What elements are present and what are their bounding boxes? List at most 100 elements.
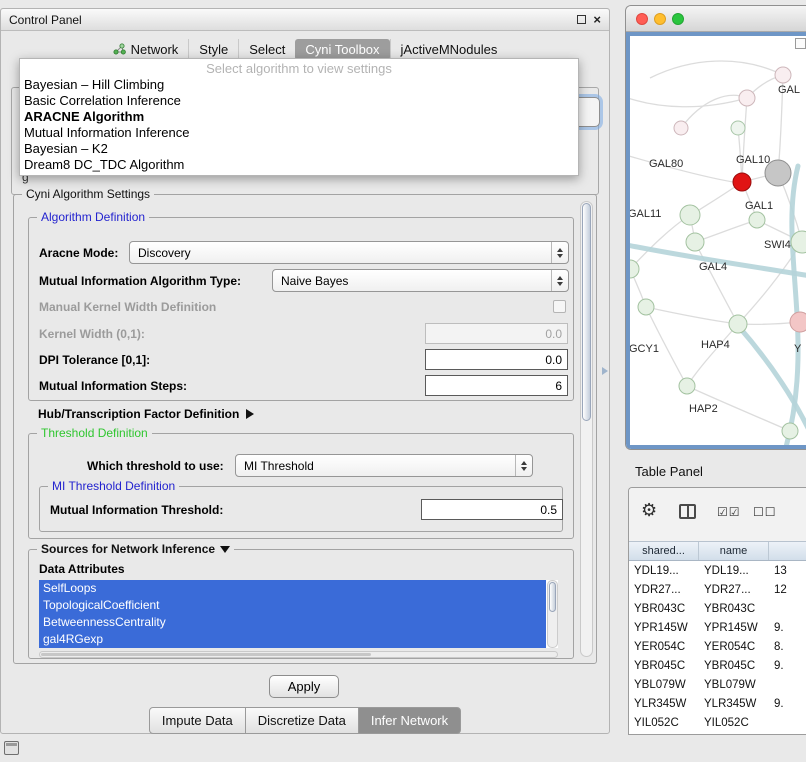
gear-icon[interactable]: ⚙: [641, 501, 657, 519]
list-item[interactable]: gal4RGexp: [39, 631, 546, 648]
mi-type-combobox[interactable]: Naive Bayes: [272, 269, 569, 292]
hub-definition-expander[interactable]: Hub/Transcription Factor Definition: [38, 407, 254, 421]
node[interactable]: [674, 121, 688, 135]
node[interactable]: [782, 423, 798, 439]
mi-threshold-field[interactable]: [421, 499, 563, 520]
node-label: GAL: [778, 84, 800, 96]
scrollbar-button-fragment[interactable]: [795, 38, 806, 49]
tab-label: jActiveMNodules: [401, 43, 498, 56]
dpi-tolerance-label: DPI Tolerance [0,1]:: [39, 353, 150, 367]
list-horizontal-scrollbar[interactable]: [39, 651, 558, 658]
minimize-traffic-light[interactable]: [654, 13, 666, 25]
kernel-width-field[interactable]: [425, 323, 568, 344]
group-title: MI Threshold Definition: [48, 479, 179, 494]
sources-title: Sources for Network Inference: [41, 542, 215, 556]
table-toolbar: ⚙ ☑☑ ☐☐: [629, 488, 806, 541]
close-icon[interactable]: ×: [593, 13, 601, 26]
close-traffic-light[interactable]: [636, 13, 648, 25]
algorithm-option[interactable]: Bayesian – K2: [20, 141, 578, 157]
select-all-checkboxes-icon[interactable]: ☑☑: [717, 506, 741, 518]
node-gal10-selected[interactable]: [733, 173, 751, 191]
list-item[interactable]: BetweennessCentrality: [39, 614, 546, 631]
desktop: Control Panel × Network Style Select Cyn…: [0, 0, 806, 762]
combobox-value: Discovery: [138, 246, 191, 260]
node[interactable]: [739, 90, 755, 106]
table-row[interactable]: YDR27...YDR27...12: [629, 580, 806, 599]
data-attributes-list: SelfLoops TopologicalCoefficient Between…: [39, 580, 558, 648]
node-gal4[interactable]: [686, 233, 704, 251]
clear-all-checkboxes-icon[interactable]: ☐☐: [753, 506, 777, 518]
node[interactable]: [775, 67, 791, 83]
tab-network[interactable]: Network: [103, 39, 189, 60]
table-row[interactable]: YBR045CYBR045C9.: [629, 656, 806, 675]
column-header-cut[interactable]: [769, 542, 806, 560]
tab-discretize-data[interactable]: Discretize Data: [245, 707, 359, 734]
splitter-handle[interactable]: [602, 367, 608, 375]
node-gal1[interactable]: [749, 212, 765, 228]
float-window-icon[interactable]: [577, 15, 586, 24]
group-title: Algorithm Definition: [37, 210, 149, 225]
node-gcy1[interactable]: [638, 299, 654, 315]
algorithm-option-selected[interactable]: ARACNE Algorithm: [20, 109, 578, 125]
table-row[interactable]: YPR145WYPR145W9.: [629, 618, 806, 637]
table-row[interactable]: YBL079WYBL079W: [629, 675, 806, 694]
node-gal11[interactable]: [680, 205, 700, 225]
tab-jactivemnodules[interactable]: jActiveMNodules: [390, 39, 508, 60]
aracne-mode-label: Aracne Mode:: [39, 246, 118, 260]
tab-cyni-toolbox[interactable]: Cyni Toolbox: [295, 39, 389, 60]
list-item[interactable]: SelfLoops: [39, 580, 546, 597]
tab-label: Select: [249, 43, 285, 56]
data-attributes-label: Data Attributes: [39, 562, 125, 576]
list-item[interactable]: TopologicalCoefficient: [39, 597, 546, 614]
column-header-name[interactable]: name: [699, 542, 769, 560]
aracne-mode-combobox[interactable]: Discovery: [129, 241, 569, 264]
node-label: GAL80: [649, 158, 683, 170]
table-row[interactable]: YBR043CYBR043C: [629, 599, 806, 618]
tab-infer-network[interactable]: Infer Network: [358, 707, 461, 734]
sources-collapser[interactable]: Sources for Network Inference: [37, 542, 234, 557]
tab-style[interactable]: Style: [188, 39, 238, 60]
table-row[interactable]: YIL052CYIL052C: [629, 713, 806, 732]
column-header-shared[interactable]: shared...: [629, 542, 699, 560]
titlebar-icons: ×: [577, 13, 601, 26]
zoom-traffic-light[interactable]: [672, 13, 684, 25]
list-scrollbar[interactable]: [547, 580, 558, 648]
algorithm-option[interactable]: Dream8 DC_TDC Algorithm: [20, 157, 578, 173]
sources-group: Sources for Network Inference Data Attri…: [28, 549, 574, 659]
algorithm-option[interactable]: Mutual Information Inference: [20, 125, 578, 141]
tab-impute-data[interactable]: Impute Data: [149, 707, 246, 734]
settings-scrollbar[interactable]: [580, 201, 593, 657]
network-graph: GAL80 GAL10 GAL11 GAL1 SWI4 GAL4 GCY1 HA…: [630, 36, 806, 447]
node-hap2[interactable]: [679, 378, 695, 394]
node-hap4[interactable]: [729, 315, 747, 333]
scrollbar-thumb[interactable]: [549, 582, 556, 612]
node[interactable]: [731, 121, 745, 135]
apply-button[interactable]: Apply: [269, 675, 339, 698]
columns-icon[interactable]: [679, 504, 696, 519]
table-panel-title: Table Panel: [635, 464, 703, 479]
table-header: shared... name: [629, 541, 806, 561]
combobox-stepper-icon: [551, 270, 568, 291]
algorithm-option[interactable]: Bayesian – Hill Climbing: [20, 77, 578, 93]
table-row[interactable]: YDL19...YDL19...13: [629, 561, 806, 580]
tab-label: Cyni Toolbox: [305, 43, 379, 56]
table-row[interactable]: YLR345WYLR345W9.: [629, 694, 806, 713]
scrollbar-thumb[interactable]: [41, 653, 371, 656]
algorithm-dropdown-popup: Select algorithm to view settings Bayesi…: [19, 58, 579, 176]
table-row[interactable]: YER054CYER054C8.: [629, 637, 806, 656]
mi-steps-field[interactable]: [425, 375, 568, 396]
scrollbar-thumb[interactable]: [582, 203, 591, 421]
which-threshold-combobox[interactable]: MI Threshold: [235, 454, 533, 477]
node[interactable]: [630, 260, 639, 278]
threshold-definition-group: Threshold Definition Which threshold to …: [28, 433, 574, 539]
restore-panel-icon[interactable]: [4, 741, 19, 755]
network-canvas[interactable]: GAL80 GAL10 GAL11 GAL1 SWI4 GAL4 GCY1 HA…: [626, 32, 806, 449]
node-label: GCY1: [630, 343, 659, 355]
algorithm-option[interactable]: Basic Correlation Inference: [20, 93, 578, 109]
dpi-tolerance-field[interactable]: [425, 349, 568, 370]
node-label: GAL1: [745, 200, 773, 212]
node-pink[interactable]: [790, 312, 806, 332]
control-panel-window: Control Panel × Network Style Select Cyn…: [0, 8, 610, 734]
manual-kernel-checkbox[interactable]: [553, 300, 566, 313]
tab-select[interactable]: Select: [238, 39, 295, 60]
